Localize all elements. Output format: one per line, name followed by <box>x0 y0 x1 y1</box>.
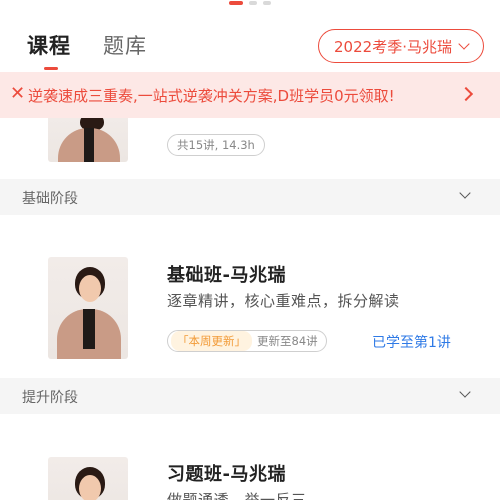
course-title: 习题班-马兆瑞 <box>167 464 286 485</box>
active-tab-indicator <box>44 67 58 70</box>
study-progress-link[interactable]: 已学至第1讲 <box>372 332 451 352</box>
teacher-photo <box>48 457 128 500</box>
section-label: 提升阶段 <box>22 390 78 406</box>
update-count: 更新至84讲 <box>257 334 318 348</box>
course-thumbnail <box>48 257 128 359</box>
chevron-down-icon <box>458 37 470 50</box>
term-selector[interactable]: 2022考季·马兆瑞 <box>318 29 484 63</box>
update-status: 「本周更新」 更新至84讲 <box>167 330 327 352</box>
course-description: 做题通透，举一反三 <box>167 491 307 500</box>
course-thumbnail <box>48 457 128 500</box>
teacher-photo <box>48 257 128 359</box>
course-description: 逐章精讲，核心重难点，拆分解读 <box>167 292 400 310</box>
promo-text: 逆袭速成三重奏,一站式逆袭冲关方案,D班学员0元领取! <box>28 87 395 105</box>
chevron-down-icon <box>459 187 471 199</box>
term-selector-label: 2022考季·马兆瑞 <box>334 37 452 56</box>
pager-dot <box>249 1 257 5</box>
course-card-basic[interactable]: 基础班-马兆瑞 逐章精讲，核心重难点，拆分解读 「本周更新」 更新至84讲 已学… <box>0 215 500 378</box>
weekly-update-badge: 「本周更新」 <box>171 331 252 351</box>
pager-dot-active <box>229 1 243 5</box>
pager-dots <box>0 1 500 7</box>
course-title: 基础班-马兆瑞 <box>167 265 286 286</box>
course-card-exercise[interactable]: 习题班-马兆瑞 做题通透，举一反三 <box>0 414 500 500</box>
pager-dot <box>263 1 271 5</box>
section-header-advanced[interactable]: 提升阶段 <box>0 378 500 414</box>
chevron-right-icon <box>458 86 474 102</box>
course-meta: 共15讲, 14.3h <box>167 134 265 156</box>
chevron-down-icon <box>459 386 471 398</box>
tab-question-bank[interactable]: 题库 <box>103 30 147 60</box>
section-header-basic[interactable]: 基础阶段 <box>0 179 500 215</box>
promo-banner[interactable]: ✕ 逆袭速成三重奏,一站式逆袭冲关方案,D班学员0元领取! <box>0 72 500 118</box>
section-label: 基础阶段 <box>22 191 78 207</box>
close-icon[interactable]: ✕ <box>10 83 25 105</box>
tab-courses[interactable]: 课程 <box>27 30 71 60</box>
